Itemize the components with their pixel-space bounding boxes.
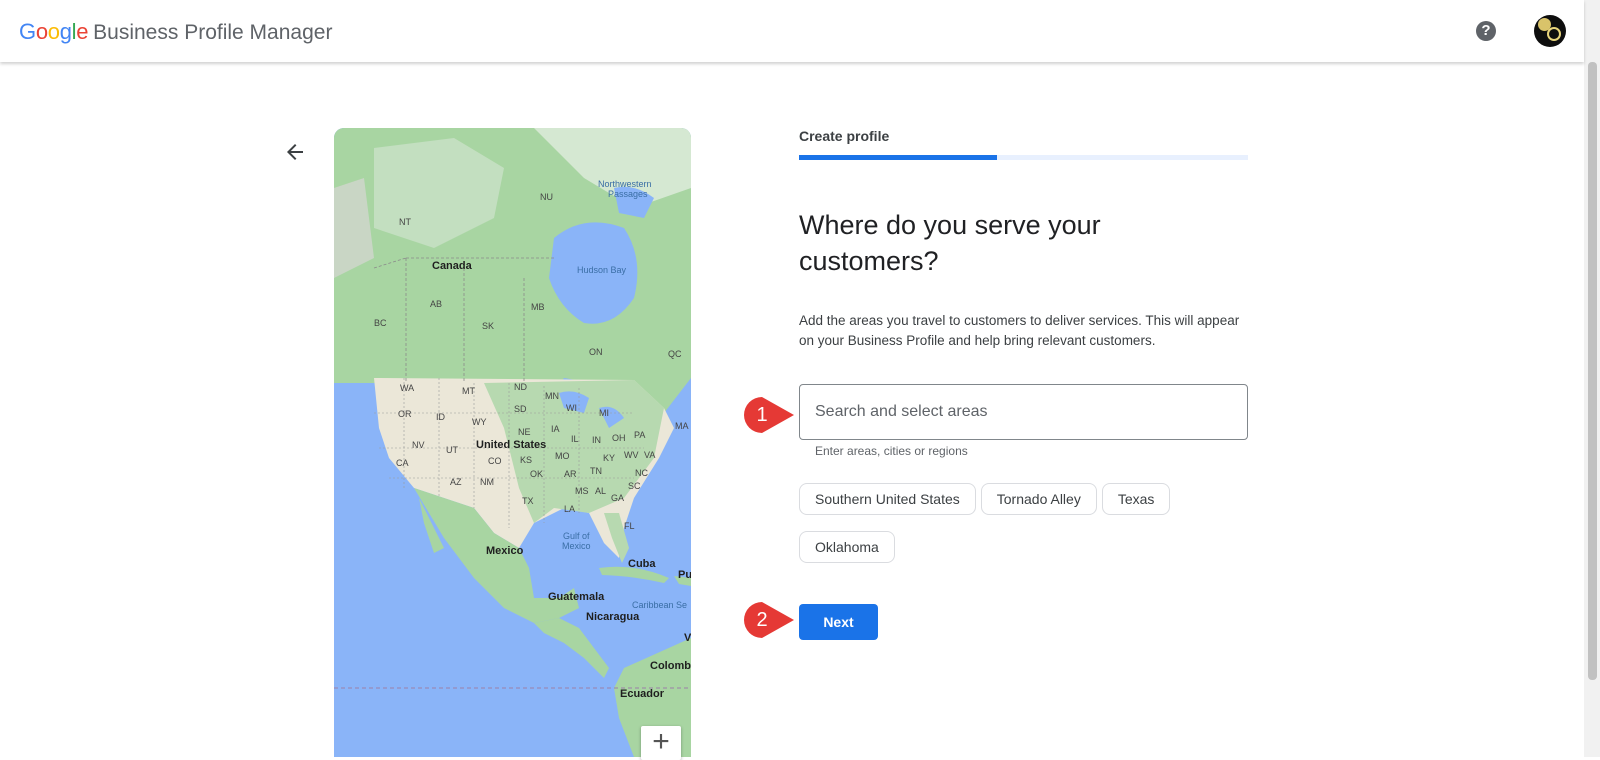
search-helper-text: Enter areas, cities or regions — [815, 444, 968, 458]
map-label-ks: KS — [520, 455, 533, 465]
map-label-ga: GA — [611, 493, 625, 503]
callout-number: 2 — [756, 609, 768, 631]
zoom-in-button[interactable]: + — [641, 726, 681, 760]
map-label-nu: NU — [540, 192, 553, 202]
map-label-colombia: Colomb — [650, 660, 691, 672]
map-label-ok: OK — [530, 469, 544, 479]
callout-number: 1 — [756, 404, 768, 426]
map-label-wv: WV — [624, 450, 639, 460]
map-label-tn: TN — [590, 466, 602, 476]
map-label-cuba: Cuba — [628, 558, 656, 570]
service-area-search-input[interactable] — [799, 384, 1248, 440]
product-name: Business Profile Manager — [93, 21, 333, 44]
map-label-tx: TX — [522, 496, 534, 506]
page-title: Where do you serve your customers? — [799, 210, 1101, 276]
progress-bar-fill — [799, 155, 997, 160]
map-label-gulf: Gulf of — [563, 531, 590, 541]
scrollbar-thumb[interactable] — [1588, 62, 1597, 680]
map-label-ab: AB — [430, 299, 443, 309]
map-label-on: ON — [589, 347, 603, 357]
map-label-united-states: United States — [476, 439, 547, 451]
google-business-profile-logo[interactable]: Google Business Profile Manager — [19, 18, 332, 47]
map-label-ar: AR — [564, 469, 577, 479]
callout-2: 2 — [738, 598, 798, 642]
map-label-hudson-bay: Hudson Bay — [577, 265, 627, 275]
map-label-mi: MI — [599, 408, 609, 418]
map-label-mn: MN — [545, 391, 559, 401]
map-label-nv: NV — [412, 440, 425, 450]
step-label: Create profile — [799, 128, 890, 144]
map-label-wy: WY — [472, 417, 487, 427]
callout-1: 1 — [738, 393, 798, 437]
map-label-pu: Pu — [678, 569, 691, 581]
map-label-wi: WI — [566, 403, 577, 413]
map-label-passages: Passages — [608, 189, 648, 199]
suggestion-chip-southern-united-states[interactable]: Southern United States — [799, 483, 976, 515]
map-label-id: ID — [436, 412, 445, 422]
map-label-mexico: Mexico — [486, 545, 524, 557]
map-label-ms: MS — [575, 486, 589, 496]
google-wordmark: Google — [19, 19, 89, 44]
suggested-areas: Southern United States Tornado Alley Texas… — [799, 483, 1259, 579]
page-scrollbar[interactable] — [1584, 0, 1600, 757]
map-label-oh: OH — [612, 433, 626, 443]
service-area-map[interactable]: NU Northwestern Passages NT Canada Hudso… — [334, 128, 691, 757]
map-label-az: AZ — [450, 477, 462, 487]
suggestion-chip-texas[interactable]: Texas — [1101, 483, 1171, 515]
map-label-in: IN — [592, 435, 601, 445]
map-label-co: CO — [488, 456, 502, 466]
map-label-ma: MA — [675, 421, 689, 431]
map-label-ecuador: Ecuador — [620, 688, 665, 700]
map-label-nt: NT — [399, 217, 411, 227]
map-label-mt: MT — [462, 386, 475, 396]
map-label-sk: SK — [482, 321, 495, 331]
map-label-fl: FL — [624, 521, 635, 531]
map-label-mo: MO — [555, 451, 570, 461]
map-label-va: VA — [644, 450, 656, 460]
map-label-ia: IA — [551, 424, 560, 434]
map-label-nd: ND — [514, 382, 527, 392]
suggestion-chip-tornado-alley[interactable]: Tornado Alley — [980, 483, 1097, 515]
map-label-la: LA — [564, 504, 576, 514]
map-label-nicaragua: Nicaragua — [586, 611, 640, 623]
map-label-v: V — [684, 632, 691, 644]
map-label-guatemala: Guatemala — [548, 591, 605, 603]
map-label-pa: PA — [634, 430, 646, 440]
suggestion-chip-oklahoma[interactable]: Oklahoma — [799, 531, 895, 563]
map-label-canada: Canada — [432, 260, 472, 272]
arrow-back-icon[interactable] — [283, 140, 307, 164]
map-label-ne: NE — [518, 427, 531, 437]
map-label-nc: NC — [635, 468, 648, 478]
map-label-mb: MB — [531, 302, 545, 312]
top-app-bar: Google Business Profile Manager ? — [0, 0, 1584, 62]
map-label-sd: SD — [514, 404, 527, 414]
map-label-caribbean: Caribbean Se — [632, 600, 688, 610]
map-label-il: IL — [571, 434, 579, 444]
map-label-ky: KY — [603, 453, 616, 463]
map-label-gulf-mexico: Mexico — [562, 541, 591, 551]
map-label-or: OR — [398, 409, 412, 419]
progress-bar — [799, 155, 1248, 160]
map-label-ut: UT — [446, 445, 458, 455]
map-label-bc: BC — [374, 318, 387, 328]
map-label-al: AL — [595, 486, 607, 496]
map-label-nm: NM — [480, 477, 494, 487]
map-label-qc: QC — [668, 349, 682, 359]
map-label-ca: CA — [396, 458, 409, 468]
help-icon[interactable]: ? — [1476, 21, 1496, 41]
next-button[interactable]: Next — [799, 604, 878, 640]
avatar-icon[interactable] — [1534, 15, 1566, 47]
map-label-wa: WA — [400, 383, 415, 393]
avatar-mark-bottom — [1547, 27, 1561, 41]
map-label-northwestern: Northwestern — [598, 179, 652, 189]
page-description: Add the areas you travel to customers to… — [799, 313, 1240, 348]
map-label-sc: SC — [628, 481, 641, 491]
